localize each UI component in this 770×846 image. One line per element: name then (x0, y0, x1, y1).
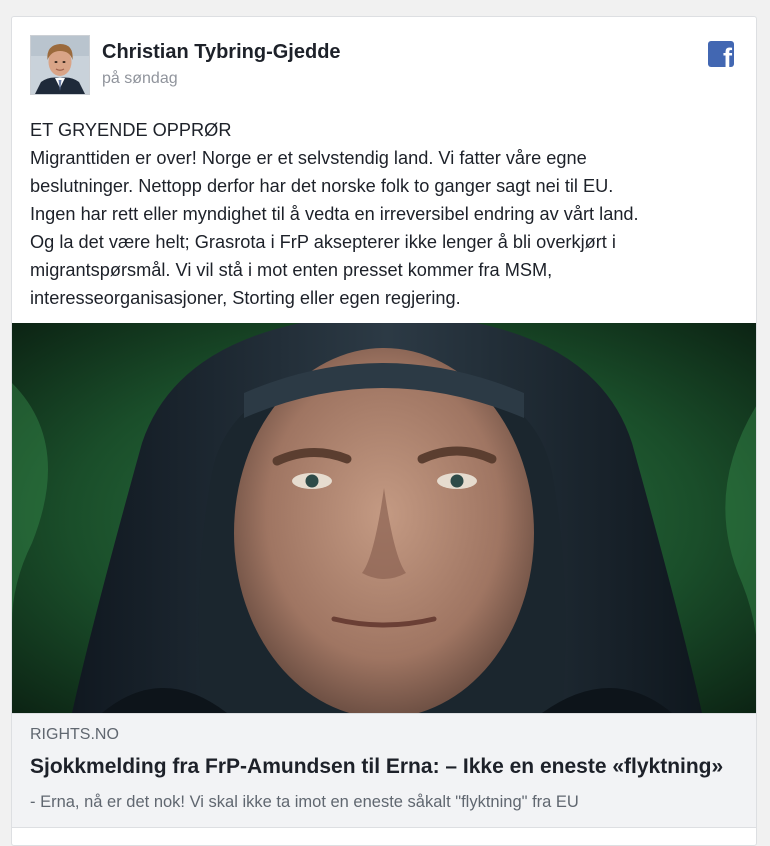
post-text-line: interesseorganisasjoner, Storting eller … (30, 288, 461, 308)
link-description: - Erna, nå er det nok! Vi skal ikke ta i… (30, 793, 579, 811)
facebook-icon[interactable]: f (708, 41, 734, 67)
post-text: ET GRYENDE OPPRØR Migranttiden er over! … (30, 116, 754, 312)
link-preview-image[interactable] (12, 323, 756, 713)
post-text-line: migrantspørsmål. Vi vil stå i mot enten … (30, 260, 553, 280)
author-avatar-photo (31, 36, 89, 94)
author-name[interactable]: Christian Tybring-Gjedde (102, 41, 341, 64)
author-avatar[interactable] (30, 35, 90, 95)
link-title[interactable]: Sjokkmelding fra FrP-Amundsen til Erna: … (30, 755, 742, 779)
post-timestamp[interactable]: på søndag (102, 70, 178, 88)
link-domain: RIGHTS.NO (30, 726, 119, 743)
hooded-man-portrait (12, 323, 756, 713)
facebook-post-card: Christian Tybring-Gjedde på søndag f ET … (11, 16, 757, 846)
post-text-line: Og la det være helt; Grasrota i FrP akse… (30, 232, 616, 252)
facebook-icon-glyph: f (723, 43, 732, 68)
post-text-line: Migranttiden er over! Norge er et selvst… (30, 148, 587, 168)
post-header: Christian Tybring-Gjedde på søndag f (12, 17, 756, 117)
post-text-line: Ingen har rett eller myndighet til å ved… (30, 204, 639, 224)
post-text-line: beslutninger. Nettopp derfor har det nor… (30, 176, 614, 196)
post-text-line: ET GRYENDE OPPRØR (30, 120, 232, 140)
link-preview-meta[interactable]: RIGHTS.NO Sjokkmelding fra FrP-Amundsen … (12, 713, 756, 828)
